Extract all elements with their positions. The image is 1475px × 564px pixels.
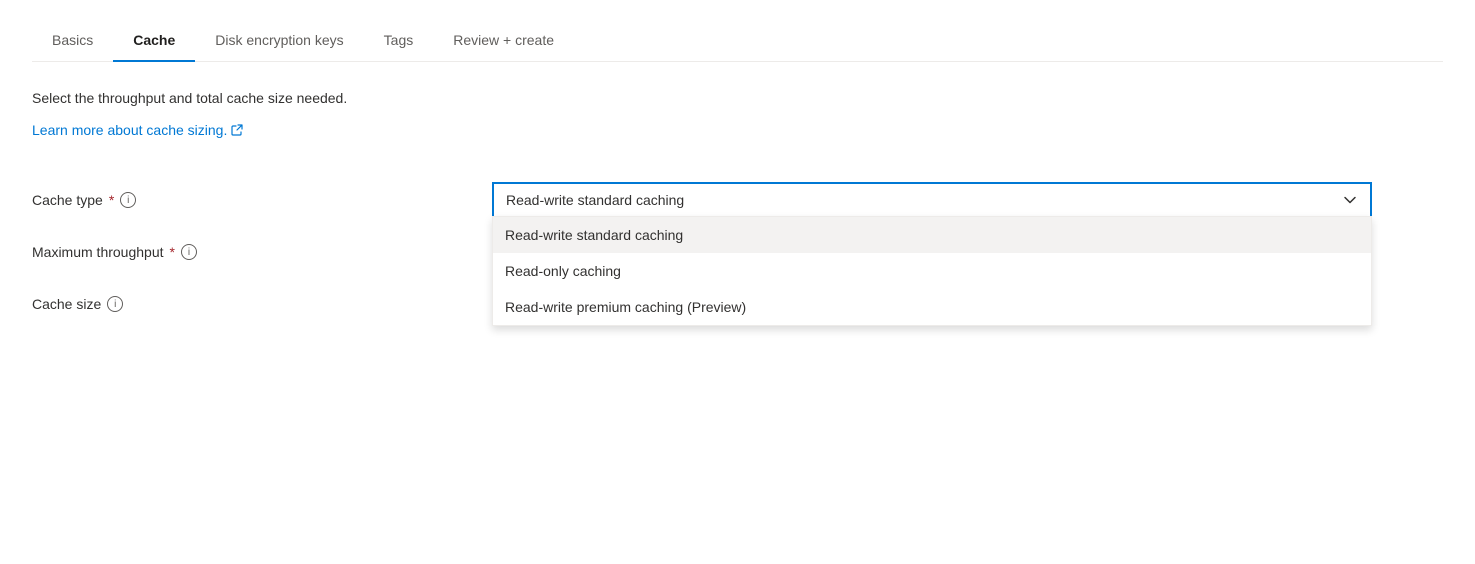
page-container: Basics Cache Disk encryption keys Tags R… [0,0,1475,358]
tab-basics[interactable]: Basics [32,20,113,62]
tab-review-create[interactable]: Review + create [433,20,574,62]
maximum-throughput-info-icon[interactable]: i [181,244,197,260]
dropdown-option-read-write-premium[interactable]: Read-write premium caching (Preview) [493,289,1371,325]
tab-cache[interactable]: Cache [113,20,195,62]
form-row-cache-type: Cache type * i Read-write standard cachi… [32,174,1443,226]
maximum-throughput-required-star: * [170,244,175,260]
cache-type-selected-value: Read-write standard caching [506,192,684,208]
cache-size-label: Cache size i [32,296,492,312]
maximum-throughput-label: Maximum throughput * i [32,244,492,260]
dropdown-option-read-only[interactable]: Read-only caching [493,253,1371,289]
cache-type-dropdown-wrapper: Read-write standard caching Read-write s… [492,182,1372,218]
cache-type-dropdown-trigger[interactable]: Read-write standard caching [492,182,1372,218]
learn-more-link[interactable]: Learn more about cache sizing. [32,122,243,138]
cache-type-label: Cache type * i [32,192,492,208]
cache-type-required-star: * [109,192,114,208]
description-text: Select the throughput and total cache si… [32,90,1443,106]
cache-size-label-text: Cache size [32,296,101,312]
learn-more-text: Learn more about cache sizing. [32,122,227,138]
cache-type-info-icon[interactable]: i [120,192,136,208]
maximum-throughput-label-text: Maximum throughput [32,244,164,260]
form-section: Cache type * i Read-write standard cachi… [32,174,1443,330]
content-area: Select the throughput and total cache si… [32,62,1443,358]
chevron-down-icon [1342,192,1358,208]
dropdown-option-read-write-standard[interactable]: Read-write standard caching [493,217,1371,253]
cache-type-dropdown-menu: Read-write standard caching Read-only ca… [492,216,1372,326]
cache-size-info-icon[interactable]: i [107,296,123,312]
cache-type-label-text: Cache type [32,192,103,208]
external-link-icon [231,124,243,136]
tab-disk-encryption-keys[interactable]: Disk encryption keys [195,20,363,62]
tab-navigation: Basics Cache Disk encryption keys Tags R… [32,0,1443,62]
tab-tags[interactable]: Tags [364,20,434,62]
